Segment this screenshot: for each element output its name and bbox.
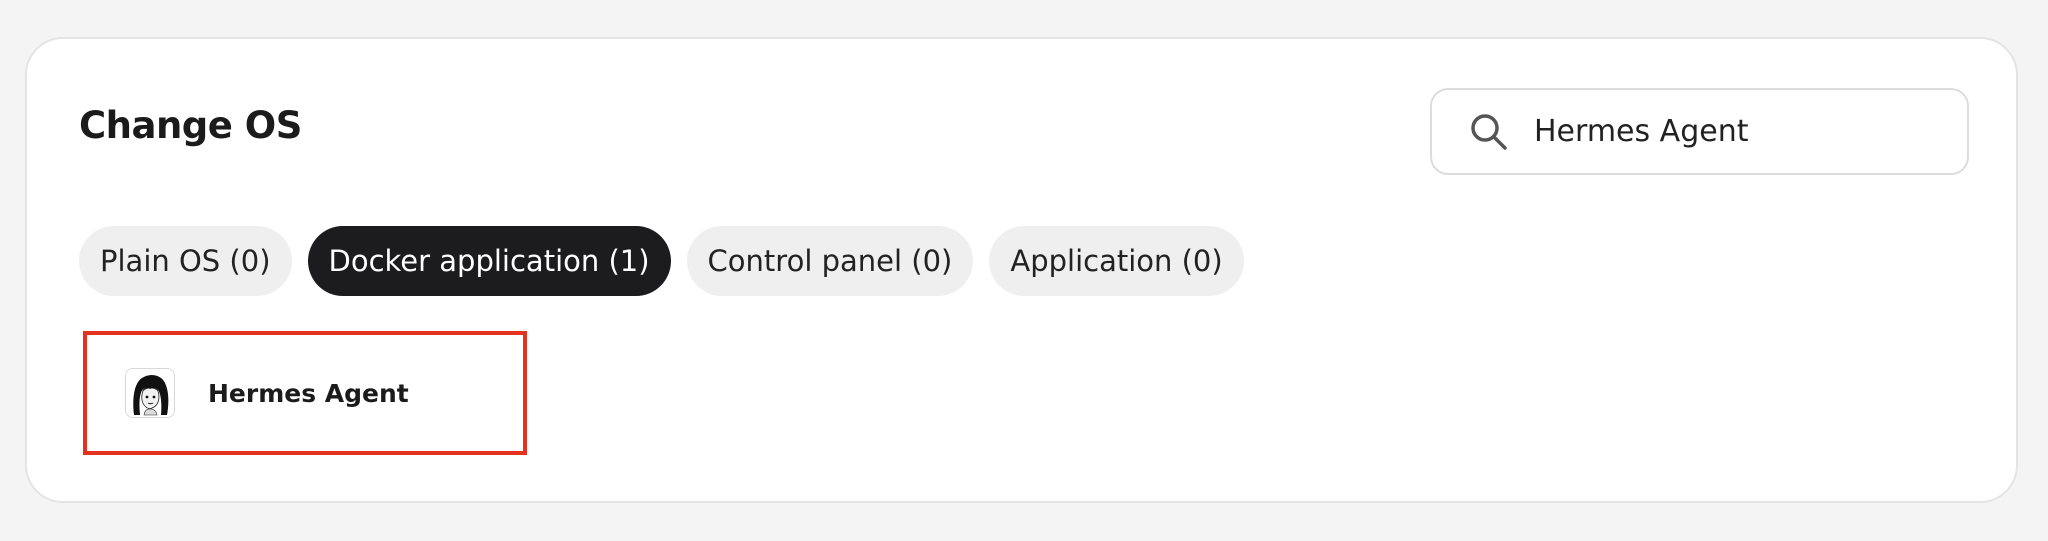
change-os-panel: Change OS Plain OS (0) Docker applicatio…	[25, 37, 2018, 503]
result-item-label: Hermes Agent	[208, 378, 409, 408]
tab-application[interactable]: Application (0)	[989, 226, 1244, 296]
search-box[interactable]	[1430, 88, 1969, 175]
panel-title: Change OS	[79, 104, 302, 147]
tab-plain-os[interactable]: Plain OS (0)	[79, 226, 292, 296]
search-input[interactable]	[1534, 114, 1934, 149]
search-icon	[1468, 111, 1510, 153]
tab-control-panel[interactable]: Control panel (0)	[686, 226, 974, 296]
result-item-hermes-agent[interactable]: Hermes Agent	[83, 331, 527, 455]
category-tabs: Plain OS (0) Docker application (1) Cont…	[79, 226, 1244, 296]
tab-docker-application[interactable]: Docker application (1)	[307, 226, 671, 296]
hermes-agent-logo-icon	[125, 368, 175, 418]
